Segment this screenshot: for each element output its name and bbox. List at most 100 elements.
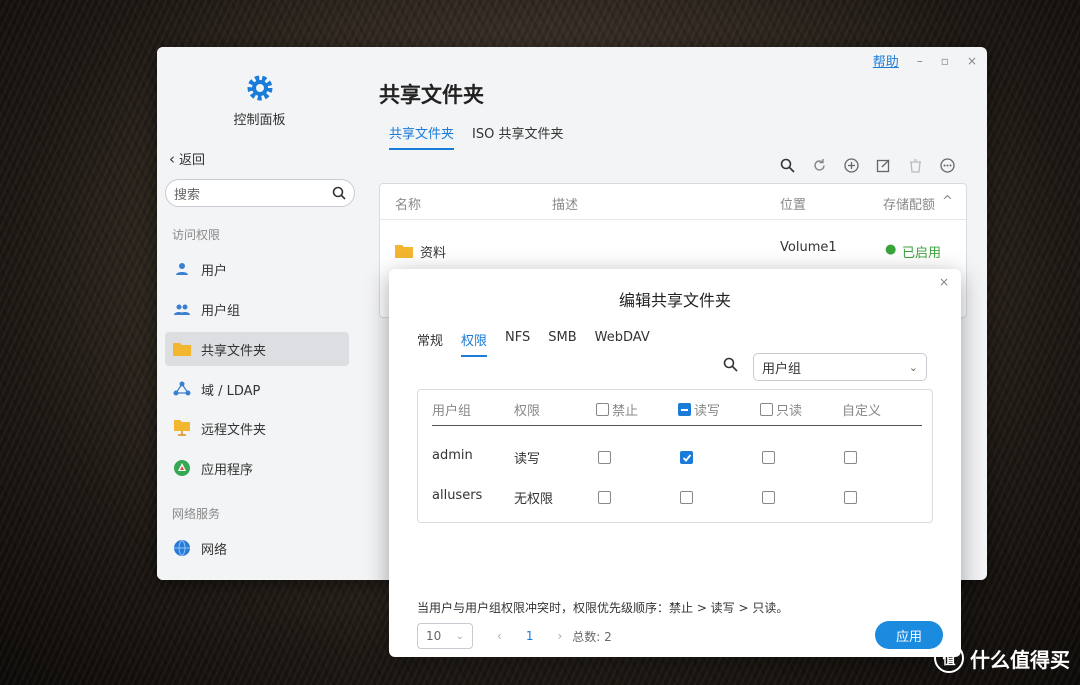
sidebar-item-ldap[interactable]: 域 / LDAP (165, 372, 349, 406)
pagination: 10 ⌄ ‹ 1 › 总数: 2 (417, 623, 612, 649)
sidebar-item-label: 用户组 (201, 303, 241, 319)
delete-icon[interactable] (905, 155, 925, 175)
edit-icon[interactable] (873, 155, 893, 175)
col-rw[interactable]: 读写 (678, 400, 720, 419)
deny-all-checkbox[interactable] (596, 403, 609, 416)
row-permission: 读写 (514, 452, 541, 467)
sidebar-search-input[interactable]: 搜索 (165, 179, 355, 207)
col-permission: 权限 (514, 404, 541, 419)
network-icon (173, 539, 191, 557)
ro-label: 只读 (776, 404, 803, 419)
sidebar-item-label: 域 / LDAP (201, 383, 261, 399)
prev-page-button[interactable]: ‹ (497, 629, 502, 643)
search-placeholder: 搜索 (174, 187, 201, 203)
tab-permissions[interactable]: 权限 (461, 330, 488, 357)
control-panel-title: 控制面板 (233, 113, 286, 128)
page-size-value: 10 (426, 629, 442, 643)
col-quota[interactable]: 存储配额 (883, 194, 935, 213)
col-deny[interactable]: 禁止 (596, 400, 638, 419)
page-title: 共享文件夹 (379, 83, 484, 107)
custom-checkbox[interactable] (844, 491, 857, 504)
ro-all-checkbox[interactable] (760, 403, 773, 416)
tab-nfs[interactable]: NFS (505, 330, 530, 357)
folder-icon (395, 244, 413, 262)
search-icon[interactable] (723, 357, 738, 376)
table-header: 名称 描述 位置 存储配额 ^ (380, 184, 966, 220)
status-badge: 已启用 (902, 246, 942, 261)
edit-shared-folder-dialog: 编辑共享文件夹 × 常规 权限 NFS SMB WebDAV 用户组 ⌄ 用户组… (389, 269, 961, 657)
tab-general[interactable]: 常规 (417, 330, 443, 357)
rw-label: 读写 (694, 404, 721, 419)
dialog-close-button[interactable]: × (939, 275, 949, 289)
sidebar-item-remote-folders[interactable]: 远程文件夹 (165, 411, 349, 445)
more-icon[interactable] (937, 155, 957, 175)
permission-table-header: 用户组 权限 禁止 读写 只读 自定义 (432, 390, 922, 426)
section-network-label: 网络服务 (172, 507, 221, 521)
sidebar-item-apps[interactable]: 应用程序 (165, 451, 349, 485)
col-group: 用户组 (432, 404, 472, 419)
section-access-label: 访问权限 (172, 228, 221, 242)
search-icon (332, 186, 346, 200)
ldap-icon (173, 380, 191, 398)
rw-all-checkbox[interactable] (678, 403, 691, 416)
app-icon (173, 459, 191, 477)
row-group-name: allusers (432, 488, 483, 503)
sidebar-item-label: 用户 (201, 263, 228, 279)
sidebar-item-label: 应用程序 (201, 462, 254, 478)
col-ro[interactable]: 只读 (760, 400, 802, 419)
col-description[interactable]: 描述 (552, 194, 578, 213)
tab-smb[interactable]: SMB (548, 330, 576, 357)
refresh-icon[interactable] (809, 155, 829, 175)
row-group-name: admin (432, 448, 473, 463)
select-value: 用户组 (762, 361, 802, 377)
page-size-select[interactable]: 10 ⌄ (417, 623, 473, 649)
permission-row: admin 读写 (418, 448, 932, 468)
col-location[interactable]: 位置 (780, 194, 806, 213)
sidebar-item-users[interactable]: 用户 (165, 252, 349, 286)
apply-button[interactable]: 应用 (875, 621, 943, 649)
sidebar-item-label: 共享文件夹 (201, 343, 267, 359)
sidebar-item-shared-folders[interactable]: 共享文件夹 (165, 332, 349, 366)
search-icon[interactable] (777, 155, 797, 175)
next-page-button[interactable]: › (557, 629, 562, 643)
deny-label: 禁止 (612, 404, 639, 419)
dialog-tabs: 常规 权限 NFS SMB WebDAV (417, 330, 650, 357)
sidebar: 控制面板 ‹ 返回 搜索 访问权限 用户 用户组 共享文件夹 域 / LDAP (157, 47, 362, 580)
current-page[interactable]: 1 (526, 629, 534, 643)
remote-folder-icon (173, 419, 191, 437)
back-button[interactable]: ‹ 返回 (169, 149, 206, 169)
ro-checkbox[interactable] (762, 491, 775, 504)
table-row[interactable]: 资料 Volume1 ● 已启用 (380, 240, 966, 270)
permission-table: 用户组 权限 禁止 读写 只读 自定义 admin 读写 allusers 无权限 (417, 389, 933, 523)
watermark-logo-icon: 值 (934, 643, 964, 673)
gear-icon (247, 75, 272, 101)
tab-webdav[interactable]: WebDAV (595, 330, 650, 357)
total-count: 总数: 2 (572, 629, 612, 644)
chevron-up-icon[interactable]: ^ (942, 194, 953, 209)
folder-name: 资料 (420, 246, 447, 261)
sidebar-item-network[interactable]: 网络 (165, 531, 349, 565)
dialog-title: 编辑共享文件夹 (618, 291, 731, 310)
user-type-select[interactable]: 用户组 ⌄ (753, 353, 927, 381)
rw-checkbox[interactable] (680, 451, 693, 464)
col-custom: 自定义 (842, 404, 882, 419)
user-icon (173, 260, 191, 278)
ro-checkbox[interactable] (762, 451, 775, 464)
permission-row: allusers 无权限 (418, 488, 932, 508)
deny-checkbox[interactable] (598, 491, 611, 504)
folder-location: Volume1 (780, 240, 837, 255)
back-label: 返回 (179, 153, 206, 168)
watermark: 值 什么值得买 (934, 643, 1070, 673)
add-icon[interactable] (841, 155, 861, 175)
tab-iso-shared-folders[interactable]: ISO 共享文件夹 (472, 123, 563, 150)
priority-note: 当用户与用户组权限冲突时，权限优先级顺序：禁止 > 读写 > 只读。 (417, 601, 789, 615)
custom-checkbox[interactable] (844, 451, 857, 464)
tab-shared-folders[interactable]: 共享文件夹 (389, 123, 455, 150)
sidebar-item-groups[interactable]: 用户组 (165, 292, 349, 326)
toolbar (777, 155, 957, 175)
rw-checkbox[interactable] (680, 491, 693, 504)
col-name[interactable]: 名称 (395, 194, 421, 213)
main-tabs: 共享文件夹 ISO 共享文件夹 (389, 123, 563, 150)
deny-checkbox[interactable] (598, 451, 611, 464)
chevron-left-icon: ‹ (169, 149, 175, 168)
